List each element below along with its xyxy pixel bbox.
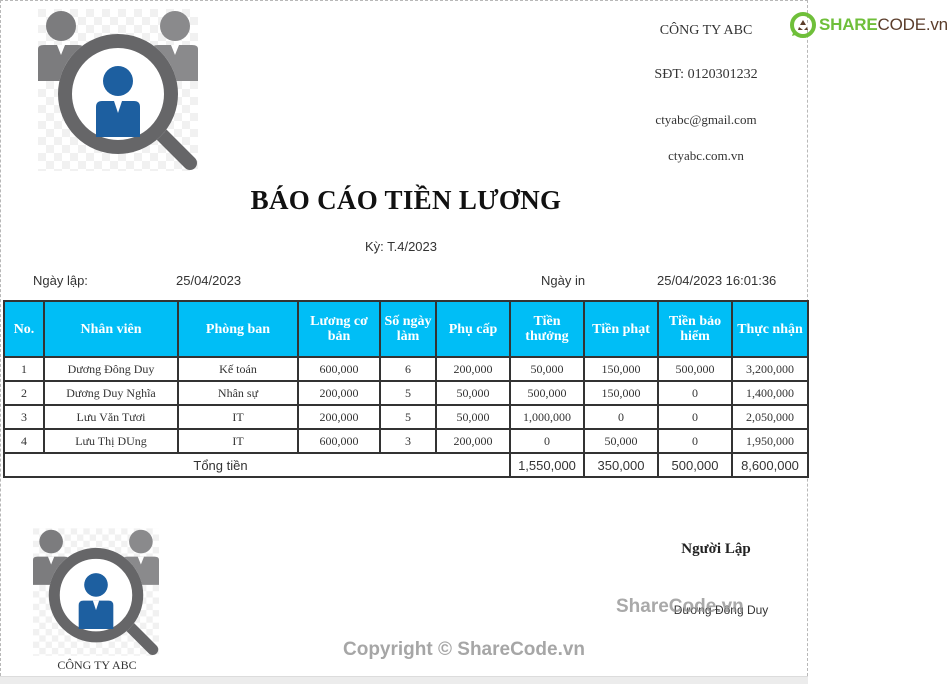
watermark-text: ShareCode.vn — [616, 596, 744, 617]
report-period: Kỳ: T.4/2023 — [364, 239, 438, 254]
salary-table: No. Nhân viên Phòng ban Lương cơ bản Số … — [3, 300, 809, 478]
table-row: 2 Dương Duy Nghĩa Nhân sự 200,000 5 50,0… — [3, 380, 809, 406]
header-employee: Nhân viên — [43, 300, 179, 358]
cell-employee: Dương Duy Nghĩa — [43, 380, 179, 406]
cell-no: 3 — [3, 404, 45, 430]
report-title: BÁO CÁO TIỀN LƯƠNG — [250, 185, 562, 215]
cell-work-days: 6 — [379, 356, 437, 382]
cell-work-days: 5 — [379, 404, 437, 430]
signer-title: Người Lập — [681, 541, 751, 557]
footer-company-logo — [33, 528, 159, 656]
total-insurance: 500,000 — [657, 452, 733, 478]
header-penalty: Tiền phạt — [583, 300, 659, 358]
sharecode-recycle-icon — [790, 12, 816, 38]
header-allowance: Phụ cấp — [435, 300, 511, 358]
cell-penalty: 150,000 — [583, 356, 659, 382]
cell-employee: Lưu Thị DUng — [43, 428, 179, 454]
table-row: 3 Lưu Văn Tươi IT 200,000 5 50,000 1,000… — [3, 404, 809, 430]
cell-bonus: 500,000 — [509, 380, 585, 406]
cell-bonus: 50,000 — [509, 356, 585, 382]
header-department: Phòng ban — [177, 300, 299, 358]
print-date-label: Ngày in — [541, 273, 586, 288]
copyright-watermark: Copyright © ShareCode.vn — [343, 639, 586, 660]
cell-allowance: 50,000 — [435, 380, 511, 406]
cell-department: IT — [177, 404, 299, 430]
cell-base-salary: 600,000 — [297, 428, 381, 454]
cell-department: IT — [177, 428, 299, 454]
total-penalty: 350,000 — [583, 452, 659, 478]
cell-net-pay: 1,950,000 — [731, 428, 809, 454]
cell-insurance: 0 — [657, 428, 733, 454]
created-date-label: Ngày lập: — [33, 273, 88, 288]
table-row: 1 Dương Đông Duy Kế toán 600,000 6 200,0… — [3, 356, 809, 382]
cell-no: 1 — [3, 356, 45, 382]
company-website: ctyabc.com.vn — [668, 148, 744, 163]
cell-allowance: 200,000 — [435, 356, 511, 382]
cell-net-pay: 1,400,000 — [731, 380, 809, 406]
cell-work-days: 3 — [379, 428, 437, 454]
cell-penalty: 150,000 — [583, 380, 659, 406]
created-date-value: 25/04/2023 — [176, 273, 242, 288]
cell-bonus: 1,000,000 — [509, 404, 585, 430]
cell-bonus: 0 — [509, 428, 585, 454]
total-blank — [436, 452, 511, 478]
cell-net-pay: 3,200,000 — [731, 356, 809, 382]
company-logo — [38, 9, 198, 171]
cell-no: 2 — [3, 380, 45, 406]
cell-insurance: 0 — [657, 380, 733, 406]
cell-net-pay: 2,050,000 — [731, 404, 809, 430]
footer-company-name: CÔNG TY ABC — [57, 658, 137, 672]
cell-base-salary: 200,000 — [297, 404, 381, 430]
cell-insurance: 500,000 — [657, 356, 733, 382]
header-no: No. — [3, 300, 45, 358]
cell-penalty: 50,000 — [583, 428, 659, 454]
people-search-icon — [33, 528, 159, 656]
cell-allowance: 200,000 — [435, 428, 511, 454]
total-label: Tổng tiền — [3, 452, 436, 478]
cell-insurance: 0 — [657, 404, 733, 430]
cell-allowance: 50,000 — [435, 404, 511, 430]
report-page: CÔNG TY ABC SĐT: 0120301232 ctyabc@gmail… — [0, 0, 809, 676]
cell-employee: Dương Đông Duy — [43, 356, 179, 382]
company-name: CÔNG TY ABC — [659, 23, 753, 38]
table-header-row: No. Nhân viên Phòng ban Lương cơ bản Số … — [3, 300, 809, 358]
sharecode-wordmark: SHARECODE.vn — [819, 15, 948, 34]
company-email: ctyabc@gmail.com — [655, 112, 757, 127]
cell-employee: Lưu Văn Tươi — [43, 404, 179, 430]
horizontal-scrollbar[interactable] — [0, 676, 808, 684]
company-phone: SĐT: 0120301232 — [654, 67, 758, 82]
cell-base-salary: 200,000 — [297, 380, 381, 406]
cell-no: 4 — [3, 428, 45, 454]
header-net-pay: Thực nhận — [731, 300, 809, 358]
cell-penalty: 0 — [583, 404, 659, 430]
people-search-icon — [38, 9, 198, 171]
sharecode-logo: SHARECODE.vn — [790, 12, 948, 38]
print-date-value: 25/04/2023 16:01:36 — [657, 273, 777, 288]
total-row: Tổng tiền 1,550,000 350,000 500,000 8,60… — [3, 452, 809, 478]
header-work-days: Số ngày làm — [379, 300, 437, 358]
cell-work-days: 5 — [379, 380, 437, 406]
header-bonus: Tiền thưởng — [509, 300, 585, 358]
table-row: 4 Lưu Thị DUng IT 600,000 3 200,000 0 50… — [3, 428, 809, 454]
total-bonus: 1,550,000 — [509, 452, 585, 478]
header-base-salary: Lương cơ bản — [297, 300, 381, 358]
header-insurance: Tiền bảo hiểm — [657, 300, 733, 358]
total-net-pay: 8,600,000 — [731, 452, 809, 478]
cell-department: Kế toán — [177, 356, 299, 382]
cell-department: Nhân sự — [177, 380, 299, 406]
cell-base-salary: 600,000 — [297, 356, 381, 382]
